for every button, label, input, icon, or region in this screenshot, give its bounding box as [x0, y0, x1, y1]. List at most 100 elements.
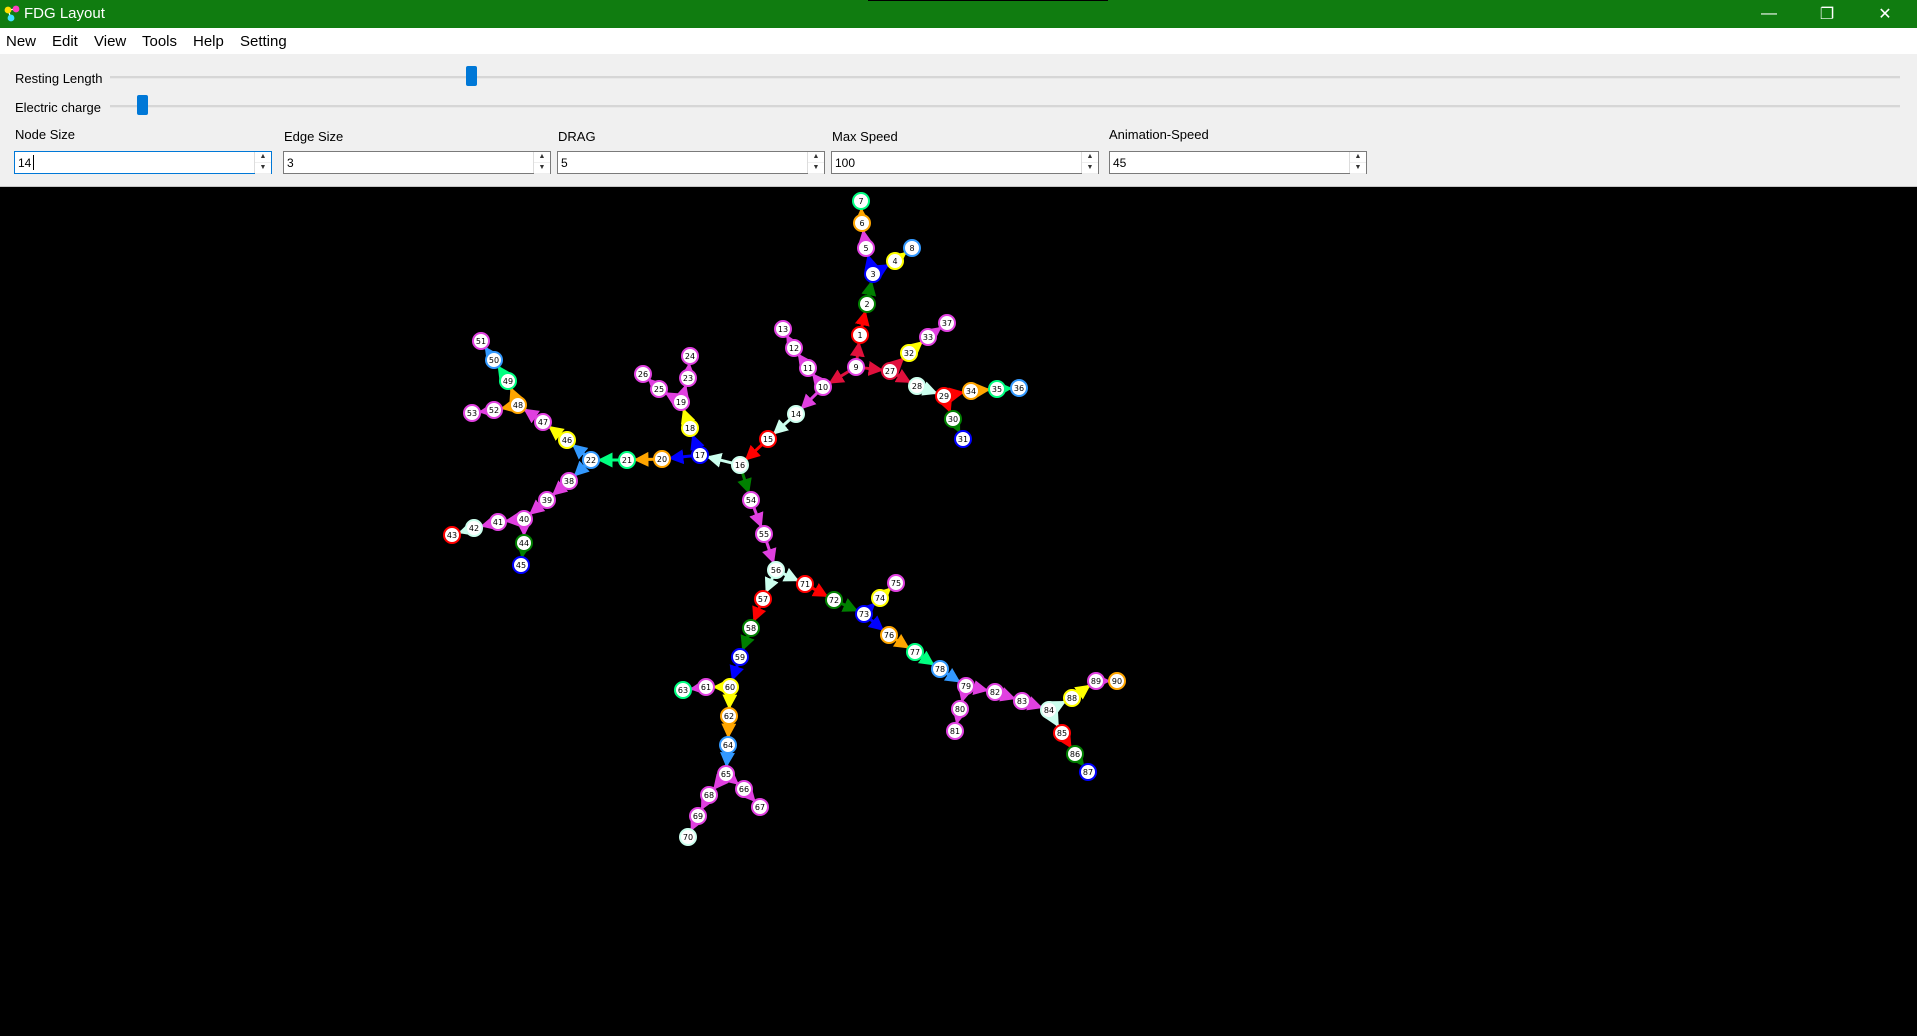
- graph-node[interactable]: 59: [731, 648, 749, 666]
- graph-node[interactable]: 80: [951, 700, 969, 718]
- graph-node[interactable]: 26: [634, 365, 652, 383]
- graph-node[interactable]: 32: [900, 344, 918, 362]
- graph-node[interactable]: 88: [1063, 689, 1081, 707]
- graph-node[interactable]: 28: [908, 377, 926, 395]
- graph-node[interactable]: 78: [931, 660, 949, 678]
- edge-size-stepper[interactable]: ▲ ▼: [533, 152, 550, 174]
- graph-node[interactable]: 42: [465, 519, 483, 537]
- graph-node[interactable]: 25: [650, 380, 668, 398]
- graph-node[interactable]: 73: [855, 605, 873, 623]
- graph-node[interactable]: 52: [485, 401, 503, 419]
- graph-node[interactable]: 62: [720, 707, 738, 725]
- graph-node[interactable]: 14: [787, 405, 805, 423]
- graph-node[interactable]: 17: [691, 446, 709, 464]
- graph-node[interactable]: 43: [443, 526, 461, 544]
- spin-down-icon[interactable]: ▼: [255, 163, 271, 174]
- graph-node[interactable]: 46: [558, 431, 576, 449]
- graph-node[interactable]: 31: [954, 430, 972, 448]
- drag-stepper[interactable]: ▲ ▼: [807, 152, 824, 174]
- graph-node[interactable]: 47: [534, 413, 552, 431]
- graph-node[interactable]: 10: [814, 378, 832, 396]
- graph-node[interactable]: 20: [653, 450, 671, 468]
- drag-spinbox[interactable]: 5 ▲ ▼: [557, 151, 825, 174]
- spin-up-icon[interactable]: ▲: [534, 152, 550, 163]
- graph-node[interactable]: 22: [582, 451, 600, 469]
- graph-node[interactable]: 77: [906, 643, 924, 661]
- graph-node[interactable]: 68: [700, 786, 718, 804]
- animation-speed-stepper[interactable]: ▲ ▼: [1349, 152, 1366, 174]
- graph-node[interactable]: 81: [946, 722, 964, 740]
- graph-node[interactable]: 5: [857, 239, 875, 257]
- graph-node[interactable]: 29: [935, 387, 953, 405]
- graph-node[interactable]: 19: [672, 393, 690, 411]
- graph-node[interactable]: 65: [717, 765, 735, 783]
- graph-node[interactable]: 41: [489, 513, 507, 531]
- node-size-stepper[interactable]: ▲ ▼: [254, 152, 271, 174]
- graph-node[interactable]: 9: [847, 358, 865, 376]
- graph-node[interactable]: 16: [731, 456, 749, 474]
- graph-node[interactable]: 64: [719, 736, 737, 754]
- graph-node[interactable]: 56: [767, 561, 785, 579]
- graph-canvas[interactable]: 1234567891011121314151617181920212223242…: [0, 187, 1917, 1036]
- menu-view[interactable]: View: [94, 33, 126, 50]
- graph-node[interactable]: 7: [852, 192, 870, 210]
- resting-length-slider-thumb[interactable]: [465, 66, 477, 86]
- graph-node[interactable]: 37: [938, 314, 956, 332]
- graph-node[interactable]: 4: [886, 252, 904, 270]
- graph-node[interactable]: 12: [785, 339, 803, 357]
- graph-node[interactable]: 1: [851, 326, 869, 344]
- spin-down-icon[interactable]: ▼: [1082, 163, 1098, 174]
- graph-node[interactable]: 63: [674, 681, 692, 699]
- graph-node[interactable]: 13: [774, 320, 792, 338]
- graph-node[interactable]: 61: [697, 678, 715, 696]
- close-button[interactable]: ✕: [1856, 0, 1914, 28]
- graph-node[interactable]: 44: [515, 534, 533, 552]
- graph-node[interactable]: 72: [825, 591, 843, 609]
- graph-node[interactable]: 36: [1010, 379, 1028, 397]
- graph-node[interactable]: 27: [881, 362, 899, 380]
- node-size-spinbox[interactable]: 14 ▲ ▼: [14, 151, 272, 174]
- graph-node[interactable]: 87: [1079, 763, 1097, 781]
- graph-node[interactable]: 53: [463, 404, 481, 422]
- graph-node[interactable]: 76: [880, 626, 898, 644]
- graph-node[interactable]: 55: [755, 525, 773, 543]
- graph-node[interactable]: 86: [1066, 745, 1084, 763]
- graph-node[interactable]: 58: [742, 619, 760, 637]
- graph-node[interactable]: 24: [681, 347, 699, 365]
- graph-node[interactable]: 83: [1013, 692, 1031, 710]
- graph-node[interactable]: 8: [903, 239, 921, 257]
- graph-node[interactable]: 48: [509, 396, 527, 414]
- graph-node[interactable]: 45: [512, 556, 530, 574]
- graph-node[interactable]: 33: [919, 328, 937, 346]
- graph-node[interactable]: 35: [988, 380, 1006, 398]
- graph-node[interactable]: 75: [887, 574, 905, 592]
- spin-up-icon[interactable]: ▲: [1350, 152, 1366, 163]
- graph-node[interactable]: 70: [679, 828, 697, 846]
- graph-node[interactable]: 71: [796, 575, 814, 593]
- graph-node[interactable]: 66: [735, 780, 753, 798]
- graph-node[interactable]: 51: [472, 332, 490, 350]
- graph-node[interactable]: 6: [853, 214, 871, 232]
- electric-charge-slider-thumb[interactable]: [136, 95, 148, 115]
- graph-node[interactable]: 18: [681, 419, 699, 437]
- graph-node[interactable]: 79: [957, 677, 975, 695]
- spin-down-icon[interactable]: ▼: [1350, 163, 1366, 174]
- spin-down-icon[interactable]: ▼: [808, 163, 824, 174]
- graph-node[interactable]: 40: [515, 510, 533, 528]
- spin-down-icon[interactable]: ▼: [534, 163, 550, 174]
- graph-node[interactable]: 23: [679, 369, 697, 387]
- edge-size-spinbox[interactable]: 3 ▲ ▼: [283, 151, 551, 174]
- spin-up-icon[interactable]: ▲: [808, 152, 824, 163]
- graph-node[interactable]: 3: [864, 265, 882, 283]
- max-speed-spinbox[interactable]: 100 ▲ ▼: [831, 151, 1099, 174]
- graph-node[interactable]: 15: [759, 430, 777, 448]
- menu-help[interactable]: Help: [193, 33, 224, 50]
- graph-node[interactable]: 39: [538, 491, 556, 509]
- graph-node[interactable]: 82: [986, 683, 1004, 701]
- graph-node[interactable]: 84: [1040, 701, 1058, 719]
- max-speed-stepper[interactable]: ▲ ▼: [1081, 152, 1098, 174]
- graph-node[interactable]: 69: [689, 807, 707, 825]
- graph-node[interactable]: 11: [799, 359, 817, 377]
- title-bar[interactable]: FDG Layout — ❐ ✕: [0, 0, 1917, 28]
- spin-up-icon[interactable]: ▲: [255, 152, 271, 163]
